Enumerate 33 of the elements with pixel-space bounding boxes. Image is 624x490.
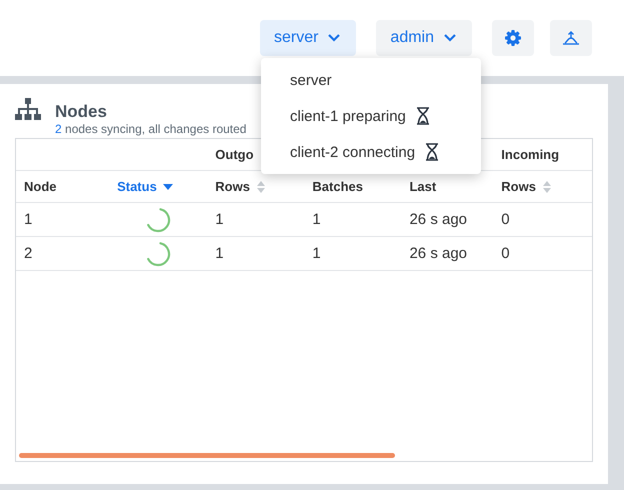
settings-icon [504,29,522,47]
chevron-down-icon [444,34,456,42]
hierarchy-icon [15,98,41,120]
table-cell: 1 [312,245,321,262]
table-cell: 1 [215,245,224,262]
hill-arrow-icon [562,30,580,46]
column-group-header: Incoming [501,147,560,162]
table-cell: 1 [24,211,32,228]
table-cell: 0 [501,211,510,228]
column-header[interactable]: Last [409,179,436,194]
column-header[interactable]: Node [24,179,56,194]
menu-item[interactable]: server [290,72,332,88]
table-cell: 1 [312,211,321,228]
menu-item[interactable]: client-2 connecting [290,144,416,160]
table-cell: 1 [215,211,224,228]
table-cell: 26 s ago [409,245,468,262]
panel-title: Nodes [55,102,108,122]
panel-subtitle: 2 nodes syncing, all changes routed [55,122,246,136]
column-header[interactable]: Rows [501,179,552,194]
upload-button[interactable] [550,20,592,56]
horizontal-scrollbar[interactable] [19,453,396,458]
menu-item[interactable]: client-1 preparing [290,108,406,124]
table-cell: 26 s ago [409,211,468,228]
column-header[interactable]: Rows [215,179,266,194]
chevron-down-icon [328,34,340,42]
column-group-header: Outgo [215,147,254,162]
column-header[interactable]: Batches [312,179,363,194]
table-cell: 0 [501,245,510,262]
table-cell: 2 [24,245,32,262]
node-menu-button[interactable]: server [260,20,356,56]
settings-button[interactable] [492,20,534,56]
user-menu-button[interactable]: admin [376,20,472,56]
column-header[interactable]: Status [117,179,173,194]
